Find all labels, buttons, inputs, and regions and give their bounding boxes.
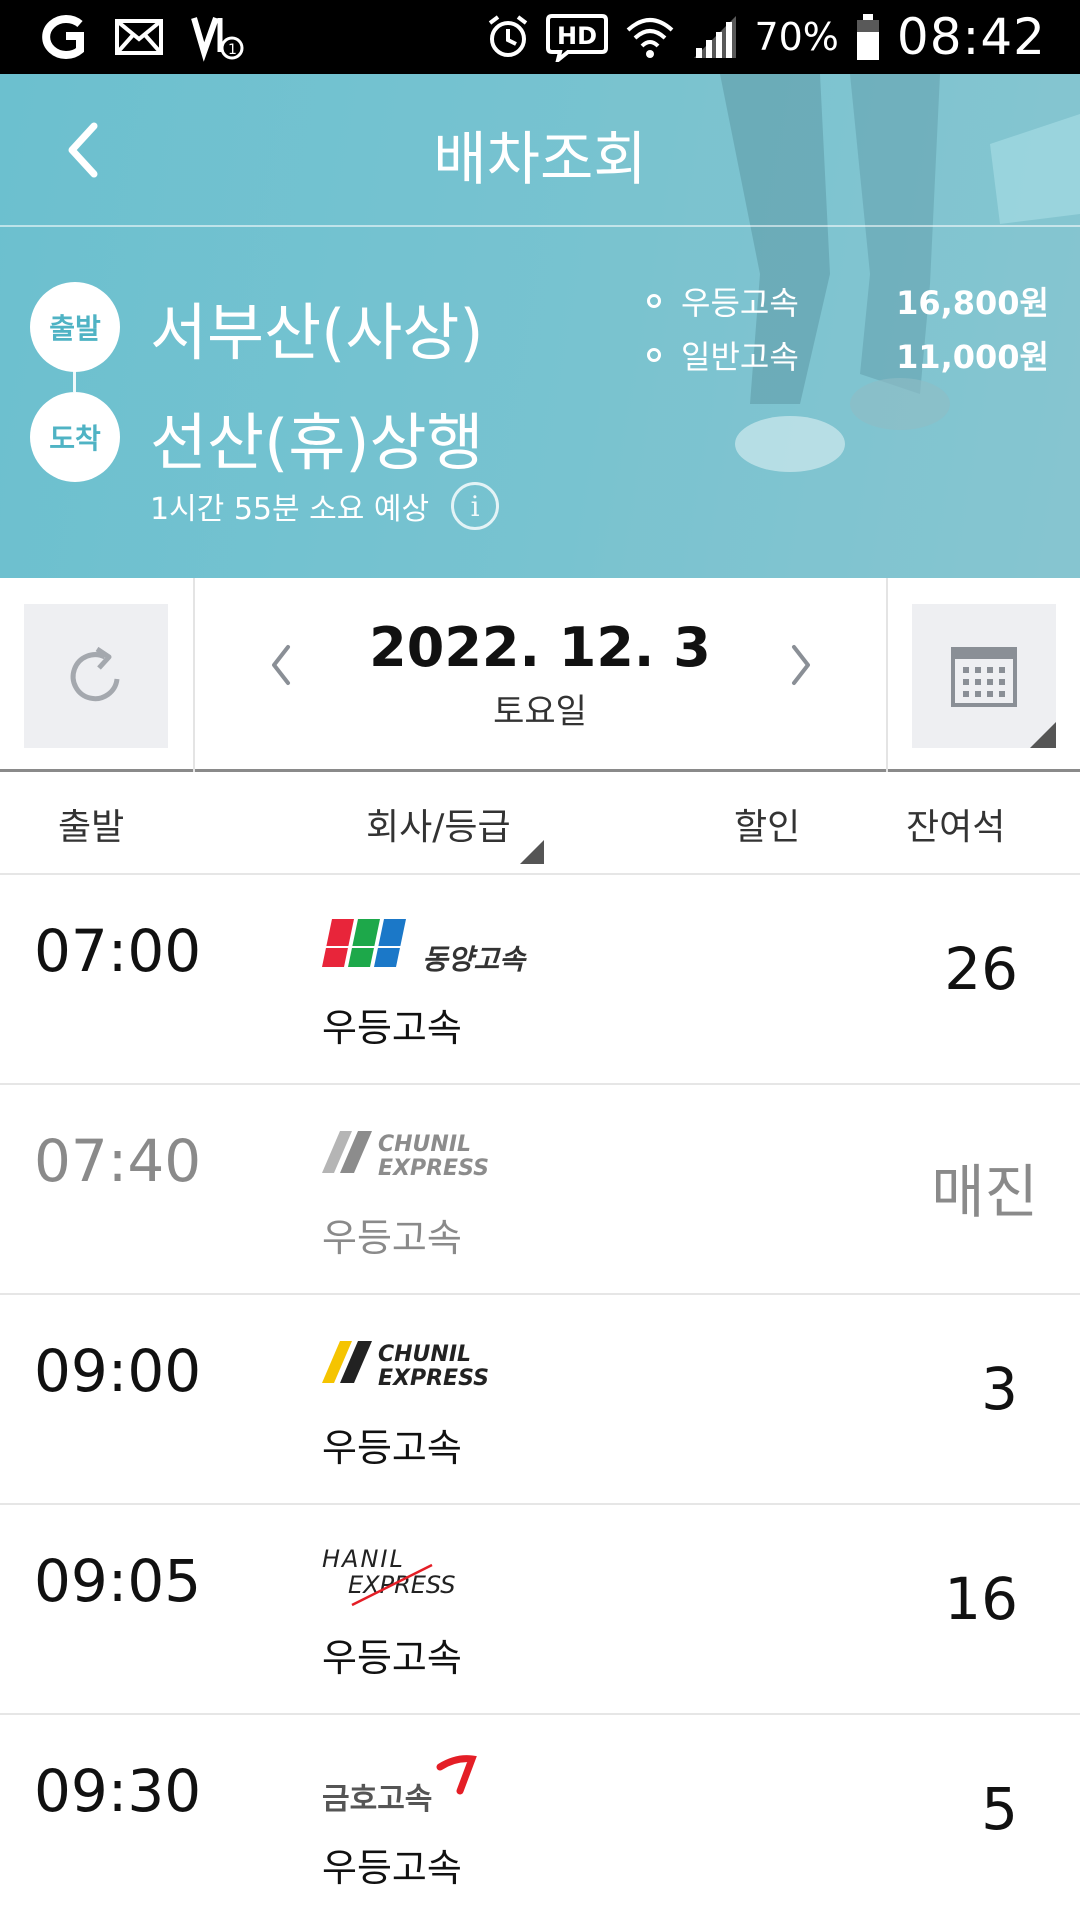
header-divider bbox=[0, 225, 1080, 227]
arrival-badge: 도착 bbox=[30, 392, 120, 482]
calendar-icon bbox=[951, 647, 1017, 707]
bullet-icon bbox=[647, 348, 661, 362]
sort-indicator-icon bbox=[520, 840, 544, 864]
chunil-express-logo: CHUNIL EXPRESS bbox=[322, 1131, 489, 1181]
departure-time: 07:00 bbox=[34, 917, 202, 985]
corner-indicator bbox=[1030, 722, 1056, 748]
battery-percent: 70% bbox=[754, 15, 839, 59]
hd-icon: HD bbox=[546, 14, 609, 62]
column-header-seats[interactable]: 잔여석 bbox=[906, 798, 1005, 850]
remaining-seats: 16 bbox=[944, 1565, 1018, 1633]
chevron-right-icon bbox=[792, 645, 810, 685]
notification-icons: 1 bbox=[36, 10, 246, 64]
fare-price: 11,000원 bbox=[896, 338, 1049, 376]
selected-date: 2022. 12. 3 bbox=[369, 616, 711, 679]
bus-grade: 우등고속 bbox=[322, 1426, 462, 1470]
schedule-list: 07:00 동양고속 우등고속 26 07:40 CHUNIL EXPRESS … bbox=[0, 875, 1080, 1920]
table-row[interactable]: 09:30 금호고속 우등고속 5 bbox=[0, 1715, 1080, 1920]
info-icon[interactable]: i bbox=[451, 482, 500, 530]
fare-item: 일반고속 11,000원 bbox=[645, 328, 1055, 382]
remaining-seats: 5 bbox=[981, 1775, 1018, 1843]
table-row[interactable]: 07:40 CHUNIL EXPRESS 우등고속 매진 bbox=[0, 1085, 1080, 1295]
departure-time: 09:30 bbox=[34, 1757, 202, 1825]
sold-out-label: 매진 bbox=[931, 1158, 1038, 1226]
next-date-button[interactable] bbox=[776, 630, 826, 700]
svg-text:EXPRESS: EXPRESS bbox=[378, 1156, 489, 1181]
selected-weekday: 토요일 bbox=[493, 692, 587, 732]
fare-grade: 우등고속 bbox=[681, 284, 799, 322]
chunil-express-logo: CHUNIL EXPRESS bbox=[322, 1341, 489, 1391]
table-row[interactable]: 09:00 CHUNIL EXPRESS 우등고속 3 bbox=[0, 1295, 1080, 1505]
volte-icon: 1 bbox=[191, 17, 244, 62]
alarm-icon bbox=[489, 15, 528, 57]
fare-item: 우등고속 16,800원 bbox=[645, 274, 1055, 328]
svg-text:HANIL: HANIL bbox=[322, 1545, 405, 1573]
fare-list: 우등고속 16,800원 일반고속 11,000원 bbox=[645, 274, 1055, 382]
previous-date-button[interactable] bbox=[256, 630, 306, 700]
fare-price: 16,800원 bbox=[896, 284, 1049, 322]
bus-grade: 우등고속 bbox=[322, 1636, 462, 1680]
table-row[interactable]: 07:00 동양고속 우등고속 26 bbox=[0, 875, 1080, 1085]
wifi-icon bbox=[627, 18, 674, 58]
app-bar: 배차조회 bbox=[0, 74, 1080, 227]
svg-text:EXPRESS: EXPRESS bbox=[378, 1366, 489, 1391]
arrival-terminal: 선산(휴)상행 bbox=[150, 406, 484, 479]
travel-duration: 1시간 55분 소요 예상 i bbox=[150, 482, 500, 530]
column-header-departure[interactable]: 출발 bbox=[58, 798, 124, 850]
system-icons: HD 70% 08:42 bbox=[486, 8, 1046, 66]
status-bar: 1 HD 70% 08:42 bbox=[0, 0, 1080, 74]
kumho-logo: 금호고속 bbox=[322, 1755, 477, 1817]
bus-grade: 우등고속 bbox=[322, 1846, 462, 1890]
remaining-seats: 26 bbox=[944, 935, 1018, 1003]
refresh-icon bbox=[70, 646, 120, 702]
svg-text:HD: HD bbox=[557, 22, 597, 50]
departure-time: 07:40 bbox=[34, 1127, 202, 1195]
divider bbox=[193, 578, 195, 772]
refresh-button[interactable] bbox=[24, 604, 168, 748]
column-header-discount[interactable]: 할인 bbox=[734, 798, 800, 850]
calendar-button[interactable] bbox=[912, 604, 1056, 748]
page-title: 배차조회 bbox=[433, 125, 647, 193]
svg-text:CHUNIL: CHUNIL bbox=[378, 1132, 471, 1157]
signal-icon bbox=[694, 16, 737, 58]
fare-grade: 일반고속 bbox=[681, 338, 799, 376]
date-selector: 2022. 12. 3 토요일 bbox=[0, 578, 1080, 772]
divider bbox=[886, 578, 888, 772]
battery-icon bbox=[856, 14, 879, 60]
route-summary: 출발 도착 서부산(사상) 선산(휴)상행 1시간 55분 소요 예상 i 우등… bbox=[0, 274, 1080, 574]
hanil-express-logo: HANIL EXPRESS bbox=[322, 1545, 456, 1607]
mail-icon bbox=[115, 19, 163, 55]
bus-grade: 우등고속 bbox=[322, 1006, 462, 1050]
bullet-icon bbox=[647, 294, 661, 308]
departure-time: 09:05 bbox=[34, 1547, 202, 1615]
svg-text:EXPRESS: EXPRESS bbox=[348, 1571, 456, 1599]
clock: 08:42 bbox=[896, 8, 1046, 66]
departure-terminal: 서부산(사상) bbox=[150, 296, 484, 369]
svg-text:1: 1 bbox=[228, 42, 237, 58]
dongyang-logo: 동양고속 bbox=[322, 919, 527, 976]
svg-text:금호고속: 금호고속 bbox=[322, 1782, 432, 1817]
table-header: 출발 회사/등급 할인 잔여석 bbox=[0, 772, 1080, 875]
svg-text:동양고속: 동양고속 bbox=[422, 943, 527, 976]
chevron-left-icon bbox=[272, 645, 290, 685]
route-header: 배차조회 출발 도착 서부산(사상) 선산(휴)상행 1시간 55분 소요 예상… bbox=[0, 74, 1080, 578]
column-header-company[interactable]: 회사/등급 bbox=[366, 798, 511, 850]
departure-badge: 출발 bbox=[30, 282, 120, 372]
remaining-seats: 3 bbox=[981, 1355, 1018, 1423]
bus-grade: 우등고속 bbox=[322, 1216, 462, 1260]
duration-text: 1시간 55분 소요 예상 bbox=[150, 492, 430, 527]
table-row[interactable]: 09:05 HANIL EXPRESS 우등고속 16 bbox=[0, 1505, 1080, 1715]
departure-time: 09:00 bbox=[34, 1337, 202, 1405]
svg-text:CHUNIL: CHUNIL bbox=[378, 1342, 471, 1367]
g-app-icon bbox=[42, 15, 84, 59]
